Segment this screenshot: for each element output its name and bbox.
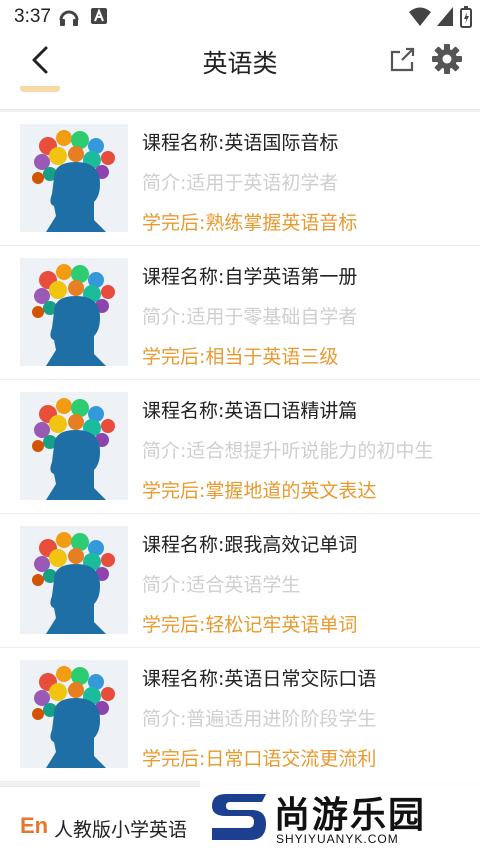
course-item[interactable]: 课程名称:英语国际音标 简介:适用于英语初学者 学完后:熟练掌握英语音标 bbox=[0, 112, 480, 246]
course-name: 课程名称:英语国际音标 bbox=[142, 132, 339, 154]
status-bar: 3:37 bbox=[0, 0, 480, 34]
course-name: 课程名称:英语日常交际口语 bbox=[142, 668, 377, 690]
course-name: 课程名称:英语口语精讲篇 bbox=[142, 400, 358, 422]
course-name: 课程名称:跟我高效记单词 bbox=[142, 534, 358, 556]
course-name: 课程名称:自学英语第一册 bbox=[142, 266, 358, 288]
course-item[interactable]: 课程名称:英语口语精讲篇 简介:适合想提升听说能力的初中生 学完后:掌握地道的英… bbox=[0, 380, 480, 514]
course-thumbnail bbox=[20, 124, 128, 232]
course-outcome: 学完后:掌握地道的英文表达 bbox=[142, 480, 377, 502]
share-icon[interactable] bbox=[386, 42, 420, 76]
signal-icon bbox=[437, 7, 453, 26]
battery-icon bbox=[460, 6, 472, 28]
course-intro: 简介:普遍适用进阶阶段学生 bbox=[142, 708, 377, 730]
course-intro: 简介:适用于零基础自学者 bbox=[142, 306, 358, 328]
course-intro: 简介:适合英语学生 bbox=[142, 574, 301, 596]
course-outcome: 学完后:熟练掌握英语音标 bbox=[142, 212, 358, 234]
status-time: 3:37 bbox=[14, 6, 51, 27]
course-thumbnail bbox=[20, 526, 128, 634]
course-outcome: 学完后:相当于英语三级 bbox=[142, 346, 339, 368]
watermark-url: SHYIYUANYK.COM bbox=[276, 832, 399, 846]
en-badge: En bbox=[20, 813, 49, 838]
watermark-brand: 尚游乐园 bbox=[274, 795, 427, 836]
gear-icon[interactable] bbox=[430, 42, 464, 76]
course-thumbnail bbox=[20, 258, 128, 366]
watermark: 尚游乐园 SHYIYUANYK.COM bbox=[200, 780, 480, 852]
course-item[interactable]: 课程名称:自学英语第一册 简介:适用于零基础自学者 学完后:相当于英语三级 bbox=[0, 246, 480, 380]
course-outcome: 学完后:轻松记牢英语单词 bbox=[142, 614, 358, 636]
wifi-icon bbox=[409, 7, 431, 26]
partial-list-item bbox=[0, 86, 480, 110]
course-intro: 简介:适合想提升听说能力的初中生 bbox=[142, 440, 434, 462]
course-intro: 简介:适用于英语初学者 bbox=[142, 172, 339, 194]
partial-item-peek bbox=[20, 86, 60, 92]
course-thumbnail bbox=[20, 392, 128, 500]
app-a-icon bbox=[91, 8, 107, 24]
course-outcome: 学完后:日常口语交流更流利 bbox=[142, 748, 377, 770]
course-thumbnail bbox=[20, 660, 128, 768]
course-item[interactable]: 课程名称:跟我高效记单词 简介:适合英语学生 学完后:轻松记牢英语单词 bbox=[0, 514, 480, 648]
app-bar: 英语类 bbox=[0, 34, 480, 86]
course-list: 课程名称:英语国际音标 简介:适用于英语初学者 学完后:熟练掌握英语音标 课程名… bbox=[0, 112, 480, 782]
course-item[interactable]: 课程名称:英语日常交际口语 简介:普遍适用进阶阶段学生 学完后:日常口语交流更流… bbox=[0, 648, 480, 782]
watermark-s-logo-icon bbox=[212, 794, 266, 840]
headset-icon bbox=[59, 10, 79, 26]
bottom-banner-title: 人教版小学英语 bbox=[54, 819, 188, 841]
